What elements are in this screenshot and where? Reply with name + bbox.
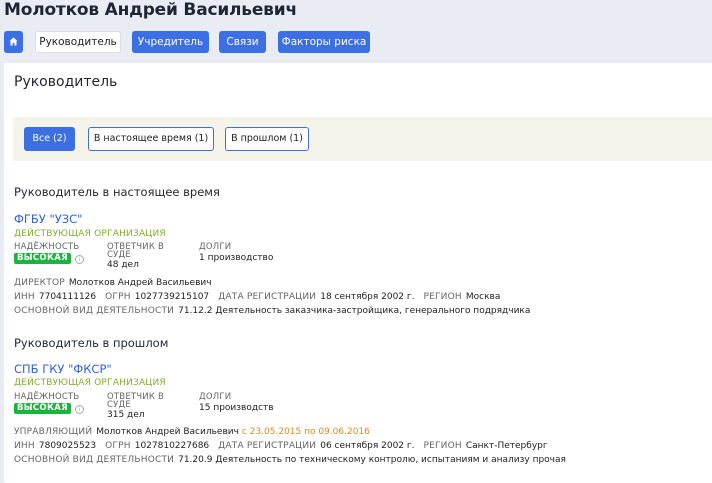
court-cases-value: 48 дел [107,260,139,270]
debts-value: 15 производств [199,403,274,413]
region-label: РЕГИОН [423,441,462,451]
director-row: ДИРЕКТОР Молотков Андрей Васильевич [14,278,221,288]
person-name: Молотков Андрей Васильевич [96,427,239,437]
filter-current-button[interactable]: В настоящее время (1) [88,127,214,151]
home-icon [9,37,18,46]
activity-value: 71.12.2 Деятельность заказчика-застройщи… [178,306,531,316]
org-link[interactable]: ФГБУ "УЗС" [14,212,82,226]
person-name: Молотков Андрей Васильевич [68,278,212,288]
inn-label: ИНН [14,441,35,451]
ogrn-label: ОГРН [105,441,131,451]
tab-founder[interactable]: Учредитель [132,31,209,53]
requisites-row: ИНН 7704111126 ОГРН 1027739215107 ДАТА РЕГИС… [14,292,509,302]
reg-date-label: ДАТА РЕГИСТРАЦИИ [218,441,317,451]
debts-label: ДОЛГИ [199,392,232,402]
activity-row: ОСНОВНОЙ ВИД ДЕЯТЕЛЬНОСТИ 71.20.9 Деятель… [14,455,575,465]
org-status: ДЕЙСТВУЮЩАЯ ОРГАНИЗАЦИЯ [14,378,166,388]
org-link[interactable]: СПБ ГКУ "ФКСР" [14,362,112,376]
reliability-label: НАДЁЖНОСТЬ [14,392,80,402]
reliability-badge: ВЫСОКАЯ [14,253,71,264]
debts-label: ДОЛГИ [199,242,232,252]
tab-risk-factors[interactable]: Факторы риска [278,31,370,53]
reg-date-value: 18 сентября 2002 г. [320,292,415,302]
ogrn-value: 1027810227686 [134,441,210,451]
defendant-label-2: СУДЕ [107,400,131,410]
activity-value: 71.20.9 Деятельность по техническому кон… [178,455,566,465]
page-title: Молотков Андрей Васильевич [4,0,297,20]
role-label: ДИРЕКТОР [14,278,65,288]
tab-links[interactable]: Связи [219,31,266,53]
role-label: УПРАВЛЯЮЩИЙ [14,427,93,437]
defendant-label-2: СУДЕ [107,250,131,260]
ogrn-value: 1027739215107 [134,292,210,302]
requisites-row: ИНН 7809025523 ОГРН 1027810227686 ДАТА РЕГИС… [14,441,557,451]
activity-label: ОСНОВНОЙ ВИД ДЕЯТЕЛЬНОСТИ [14,455,175,465]
manager-row: УПРАВЛЯЮЩИЙ Молотков Андрей Васильевич с 2… [14,427,370,437]
inn-label: ИНН [14,292,35,302]
region-value: Санкт-Петербург [465,441,548,451]
inn-value: 7704111126 [38,292,97,302]
activity-label: ОСНОВНОЙ ВИД ДЕЯТЕЛЬНОСТИ [14,306,175,316]
panel-title: Руководитель [14,74,118,90]
inn-value: 7809025523 [38,441,97,451]
section-title-current: Руководитель в настоящее время [14,185,220,199]
section-title-past: Руководитель в прошлом [14,336,169,350]
filter-all-button[interactable]: Все (2) [24,127,75,151]
reg-date-label: ДАТА РЕГИСТРАЦИИ [218,292,317,302]
home-button[interactable] [4,31,23,53]
reliability-label: НАДЁЖНОСТЬ [14,242,80,252]
director-panel: Руководитель Все (2) В настоящее время (… [4,63,712,483]
filter-bar: Все (2) В настоящее время (1) В прошлом … [13,117,712,161]
court-cases-value: 315 дел [107,410,145,420]
info-icon[interactable]: i [75,255,84,264]
activity-row: ОСНОВНОЙ ВИД ДЕЯТЕЛЬНОСТИ 71.12.2 Деятель… [14,306,539,316]
reliability-badge: ВЫСОКАЯ [14,403,71,414]
reg-date-value: 06 сентября 2002 г. [320,441,415,451]
info-icon[interactable]: i [75,405,84,414]
region-label: РЕГИОН [423,292,462,302]
org-status: ДЕЙСТВУЮЩАЯ ОРГАНИЗАЦИЯ [14,229,166,239]
filter-past-button[interactable]: В прошлом (1) [225,127,309,151]
debts-value: 1 производство [199,253,274,263]
tab-director[interactable]: Руководитель [35,31,121,53]
region-value: Москва [465,292,501,302]
period-value: с 23.05.2015 по 09.06.2016 [241,427,370,437]
ogrn-label: ОГРН [105,292,131,302]
